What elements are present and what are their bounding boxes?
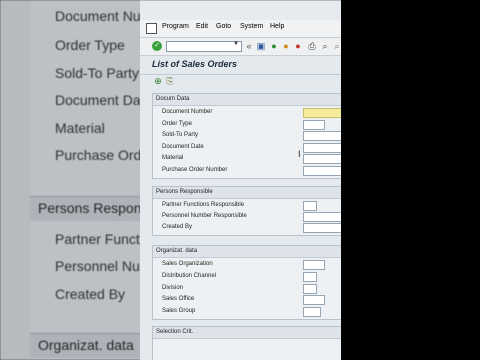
print-icon[interactable]: ⎙ — [307, 41, 317, 51]
variant-icon[interactable]: ⎘ — [165, 76, 175, 86]
document-number-input[interactable] — [303, 108, 341, 118]
purchase-order-number-input[interactable] — [303, 166, 341, 176]
personnel-number-input[interactable] — [303, 212, 341, 222]
label-sales-office: Sales Office — [162, 296, 195, 302]
group-docum-data: Docum Data Document Number Order Type So… — [152, 93, 341, 179]
label-division: Division — [162, 285, 184, 291]
back-icon[interactable]: ● — [269, 41, 279, 51]
menu-bar: Program Edit Goto System Help — [140, 20, 341, 38]
menu-goto[interactable]: Goto — [216, 23, 231, 30]
label-sales-organization: Sales Organization — [162, 261, 213, 267]
cancel-icon[interactable]: ● — [293, 41, 303, 51]
command-field[interactable] — [166, 41, 242, 52]
group-persons-responsible-title: Persons Responsible — [153, 187, 341, 199]
sales-group-input[interactable] — [303, 307, 321, 317]
label-sold-to-party: Sold-To Party — [162, 132, 199, 138]
right-letterbox — [341, 0, 480, 360]
sap-window: Program Edit Goto System Help ✓ ▼ « ▣ ● … — [140, 20, 341, 360]
sales-office-input[interactable] — [303, 295, 325, 305]
window-menu-icon[interactable] — [146, 23, 157, 34]
menu-edit[interactable]: Edit — [196, 23, 208, 30]
group-docum-data-title: Docum Data — [153, 94, 341, 106]
label-personnel-number: Personnel Number Responsible — [162, 213, 247, 219]
find-next-icon[interactable]: ⌕ — [332, 41, 341, 51]
exit-icon[interactable]: ● — [281, 41, 291, 51]
label-order-type: Order Type — [162, 121, 192, 127]
division-input[interactable] — [303, 284, 317, 294]
application-toolbar: ⊕ ⎘ — [140, 75, 341, 89]
group-selection-criteria-title: Selection Crit. — [153, 327, 341, 339]
save-icon[interactable]: ▣ — [256, 41, 266, 51]
label-purchase-order-number: Purchase Order Number — [162, 167, 228, 173]
menu-help[interactable]: Help — [270, 23, 284, 30]
chevron-down-icon[interactable]: ▼ — [233, 41, 239, 47]
label-document-date: Document Date — [162, 144, 204, 150]
group-persons-responsible: Persons Responsible Partner Functions Re… — [152, 186, 341, 236]
label-distribution-channel: Distribution Channel — [162, 273, 217, 279]
material-input[interactable] — [303, 154, 341, 164]
label-document-number: Document Number — [162, 109, 213, 115]
text-cursor-icon: I — [298, 149, 301, 159]
order-type-input[interactable] — [303, 120, 325, 130]
group-selection-criteria: Selection Crit. — [152, 326, 341, 360]
standard-toolbar: ✓ ▼ « ▣ ● ● ● ⎙ ⌕ ⌕ — [140, 38, 341, 56]
execute-icon[interactable]: ⊕ — [153, 76, 163, 86]
page-title: List of Sales Orders — [152, 59, 238, 69]
partner-functions-input[interactable] — [303, 201, 317, 211]
check-icon[interactable]: ✓ — [152, 41, 162, 51]
title-bar: List of Sales Orders — [140, 56, 341, 75]
background-shade — [0, 0, 140, 360]
group-organizat-data: Organizat. data Sales Organization Distr… — [152, 245, 341, 320]
sales-organization-input[interactable] — [303, 260, 325, 270]
sold-to-party-input[interactable] — [303, 131, 341, 141]
label-material: Material — [162, 155, 184, 161]
history-icon[interactable]: « — [244, 41, 254, 51]
label-sales-group: Sales Group — [162, 308, 196, 314]
find-icon[interactable]: ⌕ — [320, 41, 330, 51]
menu-program[interactable]: Program — [162, 23, 189, 30]
distribution-channel-input[interactable] — [303, 272, 317, 282]
created-by-input[interactable] — [303, 223, 341, 233]
menu-system[interactable]: System — [240, 23, 263, 30]
document-date-input[interactable] — [303, 143, 341, 153]
label-created-by: Created By — [162, 224, 193, 230]
label-partner-functions: Partner Functions Responsible — [162, 202, 245, 208]
group-organizat-data-title: Organizat. data — [153, 246, 341, 258]
